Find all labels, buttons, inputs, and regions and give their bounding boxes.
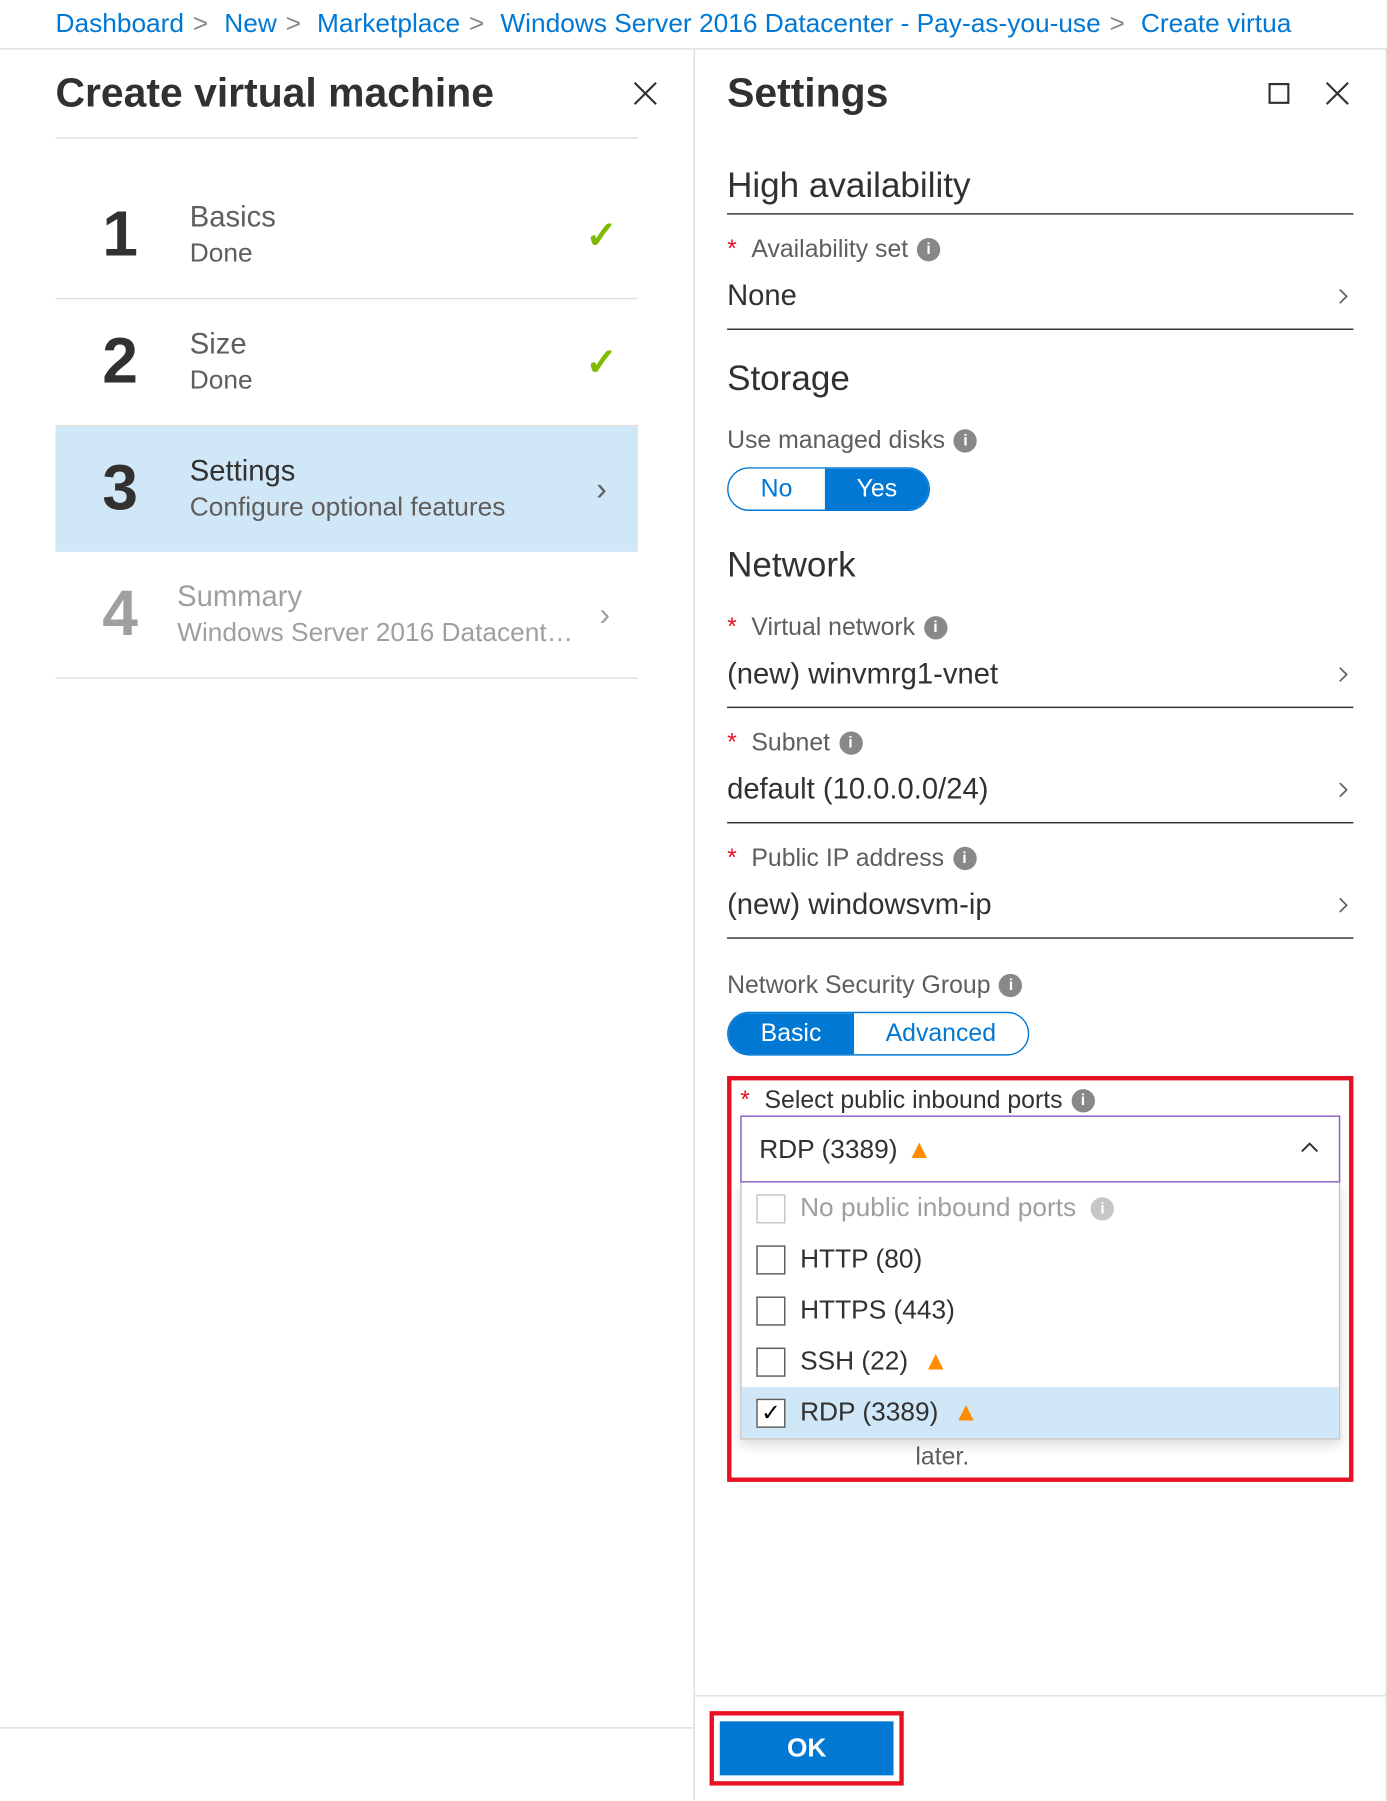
toggle-no[interactable]: No bbox=[729, 469, 825, 510]
warning-icon: ▲ bbox=[923, 1346, 949, 1377]
ok-button[interactable]: OK bbox=[720, 1721, 894, 1775]
chevron-right-icon bbox=[1333, 769, 1353, 810]
later-text: later. bbox=[740, 1442, 1340, 1471]
checkbox-icon: ✓ bbox=[756, 1398, 785, 1427]
breadcrumb-link[interactable]: Create virtua bbox=[1141, 9, 1291, 38]
nsg-toggle[interactable]: Basic Advanced bbox=[727, 1012, 1030, 1056]
checkmark-icon: ✓ bbox=[586, 339, 618, 384]
inbound-ports-highlight: *Select public inbound ports i RDP (3389… bbox=[727, 1076, 1353, 1482]
breadcrumb-link[interactable]: Marketplace bbox=[317, 9, 460, 38]
inbound-ports-options: No public inbound ports i HTTP (80) HTTP… bbox=[740, 1183, 1340, 1440]
chevron-right-icon: › bbox=[599, 596, 610, 634]
blade-title: Create virtual machine bbox=[55, 70, 494, 117]
availability-set-selector[interactable]: None bbox=[727, 267, 1353, 330]
managed-disks-label: Use managed disks i bbox=[727, 426, 1353, 455]
availability-set-label: *Availability set i bbox=[727, 235, 1353, 264]
breadcrumb: Dashboard> New> Marketplace> Windows Ser… bbox=[0, 0, 1387, 48]
port-option-no-public: No public inbound ports i bbox=[742, 1183, 1339, 1234]
chevron-right-icon bbox=[1333, 654, 1353, 695]
port-option-https[interactable]: HTTPS (443) bbox=[742, 1285, 1339, 1336]
virtual-network-selector[interactable]: (new) winvmrg1-vnet bbox=[727, 645, 1353, 708]
settings-blade: Settings High availability *Availability… bbox=[695, 50, 1387, 1801]
breadcrumb-link[interactable]: New bbox=[224, 9, 277, 38]
info-icon[interactable]: i bbox=[917, 238, 940, 261]
nsg-label: Network Security Group i bbox=[727, 971, 1353, 1000]
checkbox-icon bbox=[756, 1194, 785, 1223]
wizard-step-settings[interactable]: 3 Settings Configure optional features › bbox=[55, 426, 638, 552]
subnet-selector[interactable]: default (10.0.0.0/24) bbox=[727, 761, 1353, 824]
public-ip-label: *Public IP address i bbox=[727, 844, 1353, 873]
info-icon[interactable]: i bbox=[924, 616, 947, 639]
managed-disks-toggle[interactable]: No Yes bbox=[727, 467, 931, 511]
warning-icon: ▲ bbox=[953, 1397, 979, 1428]
section-heading-storage: Storage bbox=[727, 359, 1353, 406]
toggle-advanced[interactable]: Advanced bbox=[853, 1013, 1028, 1054]
chevron-right-icon bbox=[1333, 276, 1353, 317]
info-icon[interactable]: i bbox=[1071, 1089, 1094, 1112]
info-icon: i bbox=[1091, 1196, 1114, 1219]
section-heading-high-availability: High availability bbox=[727, 166, 1353, 214]
info-icon[interactable]: i bbox=[999, 974, 1022, 997]
public-ip-selector[interactable]: (new) windowsvm-ip bbox=[727, 876, 1353, 939]
info-icon[interactable]: i bbox=[954, 429, 977, 452]
subnet-label: *Subnet i bbox=[727, 729, 1353, 758]
blade-footer bbox=[0, 1727, 694, 1800]
toggle-basic[interactable]: Basic bbox=[729, 1013, 854, 1054]
breadcrumb-link[interactable]: Windows Server 2016 Datacenter - Pay-as-… bbox=[500, 9, 1100, 38]
wizard-step-size[interactable]: 2 Size Done ✓ bbox=[55, 299, 638, 426]
restore-icon[interactable] bbox=[1263, 77, 1295, 109]
close-icon[interactable] bbox=[1321, 77, 1353, 109]
inbound-ports-dropdown[interactable]: RDP (3389) ▲ bbox=[740, 1115, 1340, 1182]
ok-button-highlight: OK bbox=[710, 1711, 904, 1785]
chevron-right-icon bbox=[1333, 885, 1353, 926]
section-heading-network: Network bbox=[727, 546, 1353, 593]
blade-title: Settings bbox=[727, 70, 888, 117]
virtual-network-label: *Virtual network i bbox=[727, 613, 1353, 642]
chevron-right-icon: › bbox=[596, 470, 607, 508]
checkmark-icon: ✓ bbox=[586, 212, 618, 257]
port-option-rdp[interactable]: ✓ RDP (3389) ▲ bbox=[742, 1387, 1339, 1438]
checkbox-icon bbox=[756, 1296, 785, 1325]
checkbox-icon bbox=[756, 1245, 785, 1274]
wizard-step-summary: 4 Summary Windows Server 2016 Datacenter… bbox=[55, 552, 638, 679]
info-icon[interactable]: i bbox=[839, 731, 862, 754]
warning-icon: ▲ bbox=[906, 1134, 932, 1165]
wizard-step-basics[interactable]: 1 Basics Done ✓ bbox=[55, 172, 638, 299]
breadcrumb-link[interactable]: Dashboard bbox=[55, 9, 184, 38]
toggle-yes[interactable]: Yes bbox=[825, 469, 930, 510]
inbound-ports-label: *Select public inbound ports i bbox=[740, 1086, 1340, 1115]
wizard-blade: Create virtual machine 1 Basics Done ✓ 2 bbox=[0, 50, 695, 1801]
port-option-ssh[interactable]: SSH (22) ▲ bbox=[742, 1336, 1339, 1387]
checkbox-icon bbox=[756, 1347, 785, 1376]
port-option-http[interactable]: HTTP (80) bbox=[742, 1234, 1339, 1285]
chevron-up-icon bbox=[1298, 1129, 1321, 1170]
info-icon[interactable]: i bbox=[953, 847, 976, 870]
close-icon[interactable] bbox=[629, 77, 661, 109]
